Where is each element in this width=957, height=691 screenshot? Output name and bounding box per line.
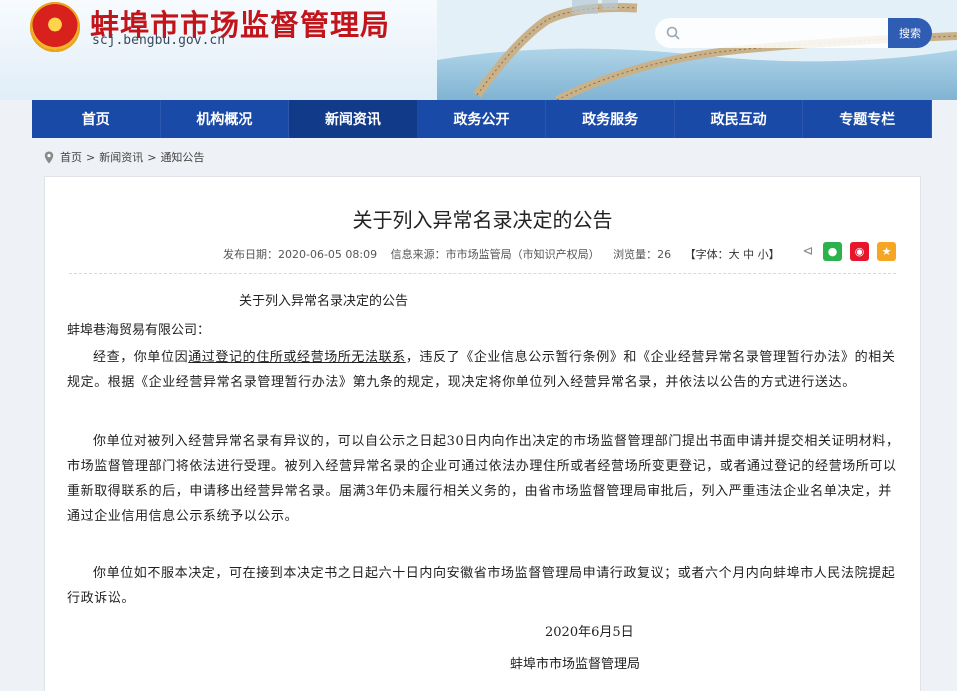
view-count-value: 26 [657, 248, 672, 261]
favorite-icon[interactable]: ★ [877, 242, 896, 261]
nav-item-public-affairs[interactable]: 政务公开 [418, 100, 547, 138]
view-count: 浏览量：26 [613, 248, 671, 261]
article-meta: 发布日期：2020-06-05 08:09 信息来源：市市场监管局（市知识产权局… [223, 246, 790, 262]
breadcrumb-separator: > [86, 150, 96, 164]
meta-divider [69, 273, 896, 274]
paragraph-1-start: 经查，你单位因 [93, 350, 189, 365]
weibo-icon[interactable]: ◉ [850, 242, 869, 261]
nav-item-interaction[interactable]: 政民互动 [675, 100, 804, 138]
share-icon[interactable]: ⊲ [801, 242, 815, 261]
wechat-icon[interactable]: ● [823, 242, 842, 261]
national-emblem-logo: ★ [30, 2, 80, 52]
view-count-label: 浏览量： [613, 248, 658, 261]
nav-item-organization[interactable]: 机构概况 [161, 100, 290, 138]
document-date: 2020年6月5日 [545, 625, 634, 640]
paragraph-2: 你单位对被列入经营异常名录有异议的，可以自公示之日起30日内向作出决定的市场监督… [67, 434, 900, 524]
info-source: 信息来源：市市场监管局（市知识产权局） [390, 248, 600, 261]
article-panel: 关于列入异常名录决定的公告 发布日期：2020-06-05 08:09 信息来源… [44, 176, 921, 691]
document-heading: 关于列入异常名录决定的公告 [239, 294, 409, 309]
site-header: ★ 蚌埠市市场监督管理局 scj.bengbu.gov.cn 搜索 [0, 0, 957, 100]
breadcrumb-news[interactable]: 新闻资讯 [99, 149, 143, 165]
search-icon [666, 26, 680, 40]
breadcrumb-notices[interactable]: 通知公告 [160, 149, 204, 165]
issuing-authority: 蚌埠市市场监督管理局 [510, 657, 641, 672]
nav-item-news[interactable]: 新闻资讯 [289, 100, 418, 138]
addressee: 蚌埠巷海贸易有限公司： [67, 323, 211, 338]
breadcrumb-separator: > [147, 150, 157, 164]
search-input[interactable] [655, 18, 888, 48]
publish-date: 发布日期：2020-06-05 08:09 [223, 248, 378, 261]
main-nav: 首页 机构概况 新闻资讯 政务公开 政务服务 政民互动 专题专栏 [32, 100, 933, 138]
paragraph-3: 你单位如不服本决定，可在接到本决定书之日起六十日内向安徽省市场监督管理局申请行政… [67, 566, 896, 606]
nav-item-topics[interactable]: 专题专栏 [803, 100, 933, 138]
article-title: 关于列入异常名录决定的公告 [352, 208, 613, 232]
search-bar: 搜索 [655, 18, 932, 48]
location-pin-icon [44, 151, 54, 163]
site-domain: scj.bengbu.gov.cn [92, 33, 226, 48]
breadcrumb: 首页 > 新闻资讯 > 通知公告 [44, 148, 204, 166]
font-size-switch[interactable]: 【字体：大 中 小】 [685, 248, 780, 261]
nav-item-services[interactable]: 政务服务 [546, 100, 675, 138]
share-bar: ⊲ ● ◉ ★ [793, 242, 896, 261]
breadcrumb-home[interactable]: 首页 [60, 149, 82, 165]
header-banner-image [437, 0, 957, 100]
nav-item-home[interactable]: 首页 [32, 100, 161, 138]
paragraph-1: 经查，你单位因通过登记的住所或经营场所无法联系，违反了《企业信息公示暂行条例》和… [67, 345, 901, 395]
paragraph-1-underlined: 通过登记的住所或经营场所无法联系 [188, 350, 406, 365]
search-button[interactable]: 搜索 [888, 18, 932, 48]
